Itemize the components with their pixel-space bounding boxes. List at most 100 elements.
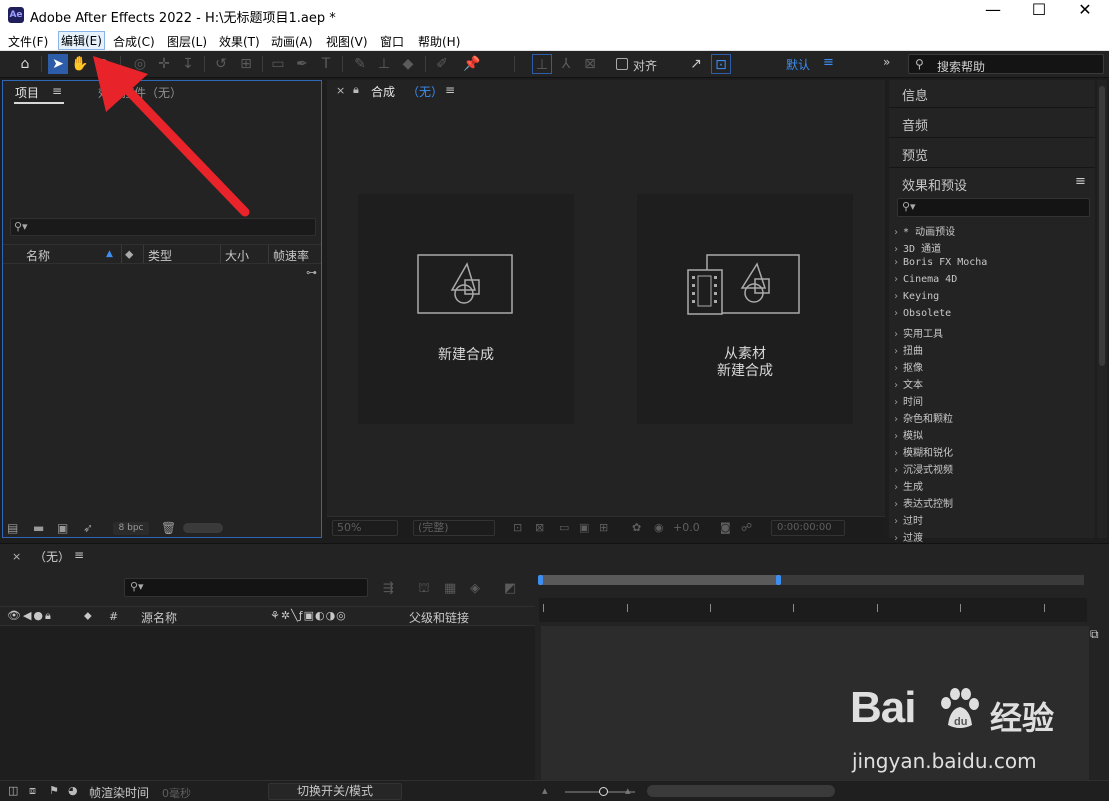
tab-info[interactable]: 信息 [889, 80, 1095, 108]
new-folder-icon[interactable]: ▬ [33, 521, 44, 535]
expand-workspaces-icon[interactable]: » [883, 55, 890, 69]
pen-tool-icon[interactable]: ✒ [292, 54, 312, 74]
magnification-select[interactable]: 50% [332, 520, 398, 536]
timeline-tab-menu-icon[interactable]: ≡ [74, 548, 84, 562]
new-composition-button[interactable]: 新建合成 [358, 194, 574, 424]
zoom-out-icon[interactable]: ▴ [542, 784, 548, 797]
effects-category[interactable]: › Keying [893, 291, 939, 302]
orbit-camera-icon[interactable]: ◎ [130, 54, 150, 74]
transfer-controls-toggle-icon[interactable]: ⧈ [29, 784, 36, 798]
region-of-interest-icon[interactable]: ▣ [579, 521, 589, 534]
workspace-default[interactable]: 默认 [786, 56, 810, 73]
resolution-select[interactable]: (完整) [413, 520, 495, 536]
composition-tab-menu-icon[interactable]: ≡ [445, 83, 455, 97]
trash-icon[interactable]: 🗑 [161, 521, 176, 535]
project-search-input[interactable]: ⚲▾ [10, 218, 316, 236]
color-channels-icon[interactable]: ✿ [632, 521, 641, 534]
tab-timeline[interactable]: （无） [34, 548, 70, 565]
brush-tool-icon[interactable]: ✎ [350, 54, 370, 74]
effects-category[interactable]: › 沉浸式视频 [893, 461, 953, 476]
menu-effect[interactable]: 效果(T) [219, 33, 260, 50]
effects-category[interactable]: › 模糊和锐化 [893, 444, 953, 459]
workspace-menu-icon[interactable]: ≡ [823, 55, 834, 70]
shy-layers-icon[interactable]: ▦ [444, 581, 456, 596]
help-search-input[interactable]: ⚲ 搜索帮助 [908, 54, 1104, 74]
menu-view[interactable]: 视图(V) [326, 33, 368, 50]
time-ruler[interactable] [539, 598, 1087, 622]
grid-guides-icon[interactable]: ⊞ [599, 521, 608, 534]
clone-stamp-icon[interactable]: ⊥ [374, 54, 394, 74]
composition-name[interactable]: （无） [407, 83, 443, 100]
home-icon[interactable]: ⌂ [15, 54, 35, 74]
snapping-icon[interactable]: ↗ [686, 54, 706, 74]
project-bit-depth[interactable]: 8 bpc [113, 522, 149, 535]
effects-category[interactable]: › 3D 通道 [893, 240, 941, 255]
effects-panel-menu-icon[interactable]: ≡ [1075, 174, 1086, 189]
minimize-button[interactable]: — [970, 0, 1016, 30]
color-management-icon[interactable]: ◉ [654, 521, 664, 534]
new-composition-icon[interactable]: ▣ [57, 521, 68, 535]
effects-category[interactable]: › 过时 [893, 512, 923, 527]
effects-category[interactable]: › Obsolete [893, 308, 951, 319]
tab-audio[interactable]: 音频 [889, 110, 1095, 138]
rotation-tool-icon[interactable]: ↺ [211, 54, 231, 74]
eraser-tool-icon[interactable]: ◆ [398, 54, 418, 74]
effects-category[interactable]: › 表达式控制 [893, 495, 953, 510]
timeline-search-input[interactable]: ⚲▾ [124, 578, 368, 597]
exposure-value[interactable]: +0.0 [673, 521, 700, 534]
effects-scrollbar[interactable] [1097, 80, 1107, 538]
show-snapshot-icon[interactable]: ☍ [741, 521, 752, 534]
effects-category[interactable]: › 扭曲 [893, 342, 923, 357]
effects-category[interactable]: › 杂色和颗粒 [893, 410, 953, 425]
effects-category[interactable]: › 过渡 [893, 529, 923, 544]
effects-scroll-thumb[interactable] [1099, 86, 1105, 366]
label-tag-icon[interactable]: ⬥ [84, 609, 92, 623]
tab-effect-controls[interactable]: 效果控件（无） [98, 84, 182, 101]
flowchart-icon[interactable]: ⊶ [306, 266, 317, 279]
effects-category[interactable]: › * 动画预设 [893, 223, 955, 238]
column-type[interactable]: 类型 [148, 247, 172, 264]
column-frame-rate[interactable]: 帧速率 [273, 247, 309, 264]
frame-blending-icon[interactable]: ◈ [470, 581, 480, 596]
hand-tool-icon[interactable]: ✋ [70, 54, 90, 74]
comp-mini-flowchart-icon[interactable]: ⇶ [383, 581, 394, 596]
effects-category[interactable]: › 文本 [893, 376, 923, 391]
layer-switches-toggle-icon[interactable]: ◫ [8, 784, 18, 797]
maximize-button[interactable]: ☐ [1016, 0, 1062, 30]
graph-editor-icon[interactable]: ◩ [504, 581, 516, 596]
effects-category[interactable]: › 抠像 [893, 359, 923, 374]
view-axis-icon[interactable]: ⊠ [580, 54, 600, 74]
menu-layer[interactable]: 图层(L) [167, 33, 207, 50]
fast-previews-icon[interactable]: ⊡ [513, 521, 522, 534]
effects-search-input[interactable]: ⚲▾ [897, 198, 1090, 217]
project-scrollbar[interactable] [183, 523, 223, 533]
snapshot-icon[interactable]: ◙ [720, 521, 731, 534]
rectangle-tool-icon[interactable]: ▭ [268, 54, 288, 74]
tab-effects-presets[interactable]: 效果和预设 [889, 170, 1095, 198]
type-tool-icon[interactable]: T [316, 54, 336, 74]
comp-marker-bin-icon[interactable]: ⧉ [1090, 627, 1099, 642]
selection-tool-icon[interactable]: ➤ [48, 54, 68, 74]
puppet-pin-icon[interactable]: 📌 [462, 54, 482, 74]
effects-category[interactable]: › Boris FX Mocha [893, 257, 987, 268]
av-features-icons[interactable]: 👁◀●🔒︎ [7, 609, 53, 623]
effects-category[interactable]: › 实用工具 [893, 325, 943, 340]
close-icon[interactable]: × [12, 550, 21, 563]
menu-animation[interactable]: 动画(A) [271, 33, 313, 50]
menu-window[interactable]: 窗口 [380, 33, 404, 50]
align-checkbox[interactable] [616, 58, 628, 70]
time-navigator[interactable] [538, 575, 1084, 585]
transparency-grid-icon[interactable]: ⊠ [535, 521, 544, 534]
new-comp-from-footage-button[interactable]: 从素材 新建合成 [637, 194, 853, 424]
snap-options-icon[interactable]: ⊡ [711, 54, 731, 74]
tab-composition[interactable]: 合成 [371, 83, 395, 100]
close-icon[interactable]: × [336, 84, 345, 97]
lock-icon[interactable]: 🔒︎ [353, 83, 359, 97]
navigator-end-handle[interactable] [776, 575, 781, 585]
zoom-slider-knob[interactable] [599, 787, 608, 796]
layer-list-area[interactable] [0, 626, 535, 782]
source-name-header[interactable]: 源名称 [141, 609, 177, 626]
render-time-toggle-icon[interactable]: ◕ [68, 784, 78, 797]
label-tag-icon[interactable]: ⬥ [125, 247, 133, 262]
tab-project[interactable]: 项目 [15, 84, 39, 101]
